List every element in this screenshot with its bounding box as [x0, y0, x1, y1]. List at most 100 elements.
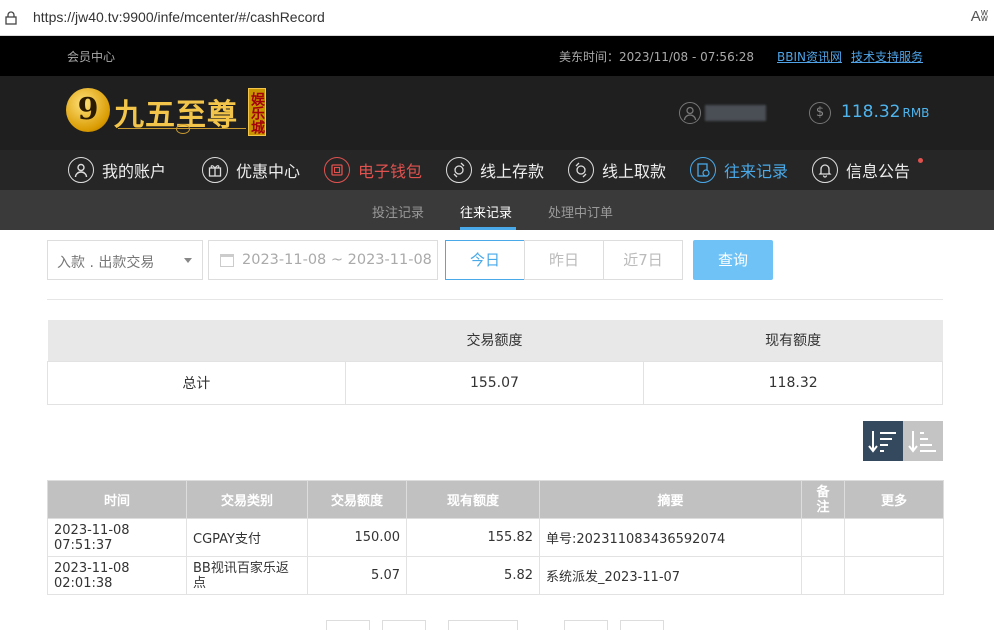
transaction-type-select[interactable]: 入款 . 出款交易 [47, 240, 203, 280]
nav-transaction-records[interactable]: 往来记录 [690, 150, 788, 190]
tab-transaction-records[interactable]: 往来记录 [460, 202, 512, 221]
logo-tag: 娱乐城 [248, 88, 266, 136]
caret-down-icon [184, 258, 192, 263]
cell-note [801, 556, 845, 595]
main-nav: 我的账户 优惠中心 电子钱包 线上存款 线上取款 往来记录 信息公告 [0, 150, 994, 190]
balance-value: 118.32 [841, 102, 901, 122]
summary-cell: 118.32 [643, 360, 943, 405]
user-icon [68, 157, 94, 183]
currency-label: RMB [902, 106, 930, 120]
pager-input[interactable] [448, 620, 518, 630]
nav-e-wallet[interactable]: 电子钱包 [324, 150, 422, 190]
reader-mode-icon[interactable]: Aʬ [971, 8, 988, 25]
bbin-news-link[interactable]: BBIN资讯网 [777, 48, 842, 65]
nav-announcements[interactable]: 信息公告 [812, 150, 910, 190]
nav-label: 信息公告 [846, 162, 911, 181]
cell-amount: 150.00 [307, 518, 407, 557]
sort-descending-button[interactable] [863, 421, 903, 461]
username-redacted [705, 105, 766, 121]
column-header: 时间 [47, 480, 187, 519]
account-balance: 118.32 RMB [841, 102, 929, 122]
deposit-icon [446, 157, 472, 183]
summary-cell: 155.07 [344, 360, 645, 405]
tech-support-link[interactable]: 技术支持服务 [851, 48, 923, 65]
column-header: 交易额度 [307, 480, 407, 519]
calendar-icon [220, 254, 234, 267]
user-avatar-icon[interactable] [679, 102, 701, 124]
nav-label: 电子钱包 [358, 162, 423, 181]
nav-online-withdraw[interactable]: 线上取款 [568, 150, 666, 190]
nav-label: 我的账户 [102, 162, 167, 181]
dollar-icon: $ [809, 102, 831, 124]
search-button[interactable]: 查询 [693, 240, 773, 280]
column-header: 更多 [844, 480, 944, 519]
sort-asc-icon [908, 431, 936, 453]
cell-summary: 系统派发_2023-11-07 [539, 556, 802, 595]
divider [47, 299, 943, 300]
tab-pending-orders[interactable]: 处理中订单 [548, 202, 613, 221]
cell-summary: 单号:202311083436592074 [539, 518, 802, 557]
column-header: 备注 [801, 480, 845, 519]
today-button[interactable]: 今日 [445, 240, 525, 280]
summary-header-row: 交易额度 现有额度 [47, 320, 943, 361]
table-row: 2023-11-08 07:51:37 CGPAY支付 150.00 155.8… [47, 518, 944, 557]
nav-online-deposit[interactable]: 线上存款 [446, 150, 544, 190]
cell-time: 2023-11-08 07:51:37 [47, 518, 187, 557]
sub-nav: 投注记录 往来记录 处理中订单 [0, 190, 994, 230]
column-header: 摘要 [539, 480, 802, 519]
last-7-days-button[interactable]: 近7日 [603, 240, 683, 280]
active-tab-underline [460, 227, 516, 230]
nav-label: 往来记录 [724, 162, 789, 181]
nav-promotions[interactable]: 优惠中心 [202, 150, 300, 190]
column-header: 交易类别 [186, 480, 308, 519]
nav-label: 线上取款 [602, 162, 667, 181]
server-time: 美东时间：2023/11/08 - 07:56:28 [559, 50, 755, 64]
yesterday-button[interactable]: 昨日 [524, 240, 604, 280]
wallet-icon [324, 157, 350, 183]
cell-type: BB视讯百家乐返点 [186, 556, 308, 595]
pager-button[interactable] [620, 620, 664, 630]
cell-time: 2023-11-08 02:01:38 [47, 556, 187, 595]
pager-button[interactable] [326, 620, 370, 630]
column-header: 现有额度 [406, 480, 540, 519]
logo-ornament [118, 124, 246, 134]
notification-dot [918, 158, 923, 163]
bell-icon [812, 157, 838, 183]
cell-more[interactable] [844, 518, 944, 557]
gift-icon [202, 157, 228, 183]
summary-cell: 总计 [47, 360, 346, 405]
records-table: 时间 交易类别 交易额度 现有额度 摘要 备注 更多 2023-11-08 07… [47, 480, 944, 595]
records-header-row: 时间 交易类别 交易额度 现有额度 摘要 备注 更多 [47, 480, 944, 519]
sort-desc-icon [868, 431, 896, 453]
summary-header: 现有额度 [643, 320, 943, 361]
nav-label: 优惠中心 [236, 162, 301, 181]
site-header: 9 九五至尊 娱乐城 $ 118.32 RMB [0, 76, 994, 150]
table-row: 2023-11-08 02:01:38 BB视讯百家乐返点 5.07 5.82 … [47, 556, 944, 595]
pager-button[interactable] [382, 620, 426, 630]
date-range-value: 2023-11-08 ~ 2023-11-08 [242, 252, 432, 268]
member-center-label: 会员中心 [67, 50, 116, 64]
sort-ascending-button[interactable] [903, 421, 943, 461]
cell-amount: 5.07 [307, 556, 407, 595]
summary-table: 交易额度 现有额度 总计 155.07 118.32 [47, 320, 943, 405]
cell-balance: 5.82 [406, 556, 540, 595]
lock-icon [5, 11, 17, 25]
summary-header: 交易额度 [345, 320, 644, 361]
tab-bet-records[interactable]: 投注记录 [372, 202, 424, 221]
date-range-input[interactable]: 2023-11-08 ~ 2023-11-08 [208, 240, 438, 280]
cell-note [801, 518, 845, 557]
top-strip: 会员中心 美东时间：2023/11/08 - 07:56:28 BBIN资讯网 … [0, 36, 994, 76]
browser-address-bar[interactable]: https://jw40.tv:9900/infe/mcenter/#/cash… [0, 0, 994, 36]
url-text[interactable]: https://jw40.tv:9900/infe/mcenter/#/cash… [33, 9, 325, 25]
pager-button[interactable] [564, 620, 608, 630]
cell-balance: 155.82 [406, 518, 540, 557]
site-logo[interactable]: 9 九五至尊 娱乐城 [66, 84, 266, 142]
nav-my-account[interactable]: 我的账户 [68, 150, 166, 190]
records-icon [690, 157, 716, 183]
summary-row: 总计 155.07 118.32 [47, 360, 943, 405]
summary-header [47, 320, 346, 361]
logo-emblem: 9 [66, 88, 110, 132]
transaction-type-value: 入款 . 出款交易 [57, 255, 155, 271]
cell-more[interactable] [844, 556, 944, 595]
nav-label: 线上存款 [480, 162, 545, 181]
